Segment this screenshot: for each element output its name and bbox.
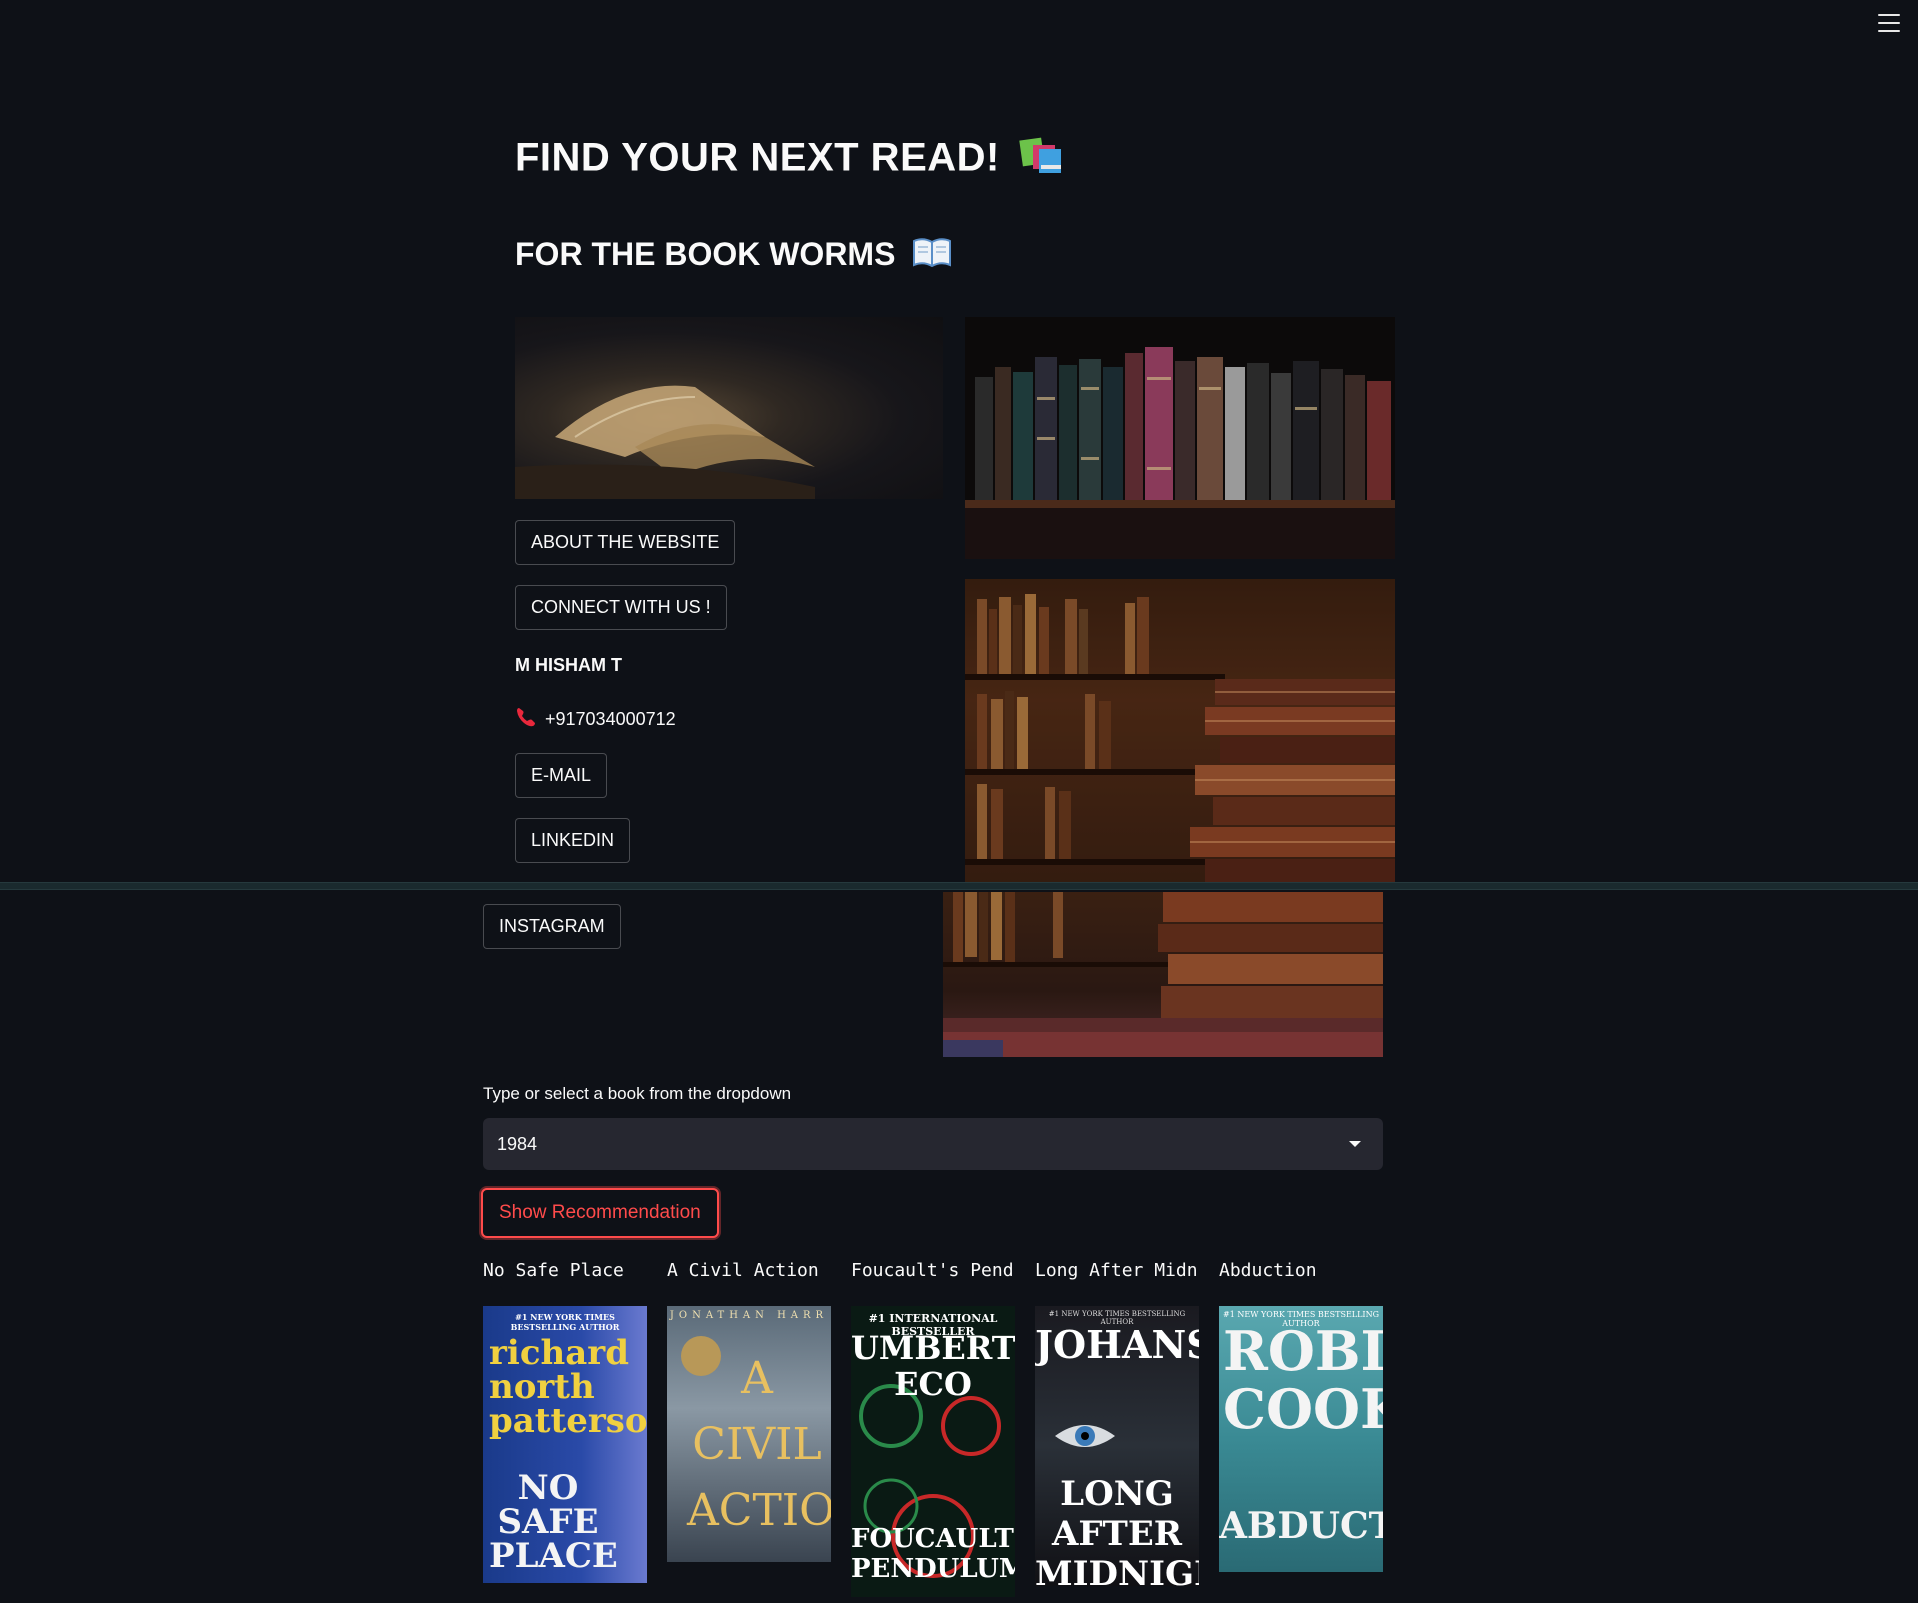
cover-author: ROBIN COOK bbox=[1223, 1319, 1383, 1441]
cover-title: FOUCAULT'S PENDULUM bbox=[851, 1524, 1015, 1584]
book-cover-no-safe-place: #1 NEW YORK TIMES BESTSELLING AUTHOR ric… bbox=[483, 1306, 647, 1583]
recommendation-title: A Civil Action bbox=[667, 1260, 819, 1281]
menu-bar bbox=[1878, 30, 1900, 32]
books-icon bbox=[1019, 135, 1065, 185]
page-subtitle-text: FOR THE BOOK WORMS bbox=[515, 236, 896, 272]
scroll-divider bbox=[0, 882, 1918, 890]
book-select-value: 1984 bbox=[497, 1134, 538, 1154]
recommendation-title: No Safe Place bbox=[483, 1260, 624, 1281]
book-cover-a-civil-action: JONATHAN HARR A CIVIL ACTION bbox=[667, 1306, 831, 1562]
cover-title: LONG AFTER MIDNIGHT bbox=[1035, 1474, 1199, 1586]
hamburger-menu-icon[interactable] bbox=[1878, 14, 1900, 32]
eye-icon bbox=[1055, 1425, 1115, 1447]
recommendation-title: Abduction bbox=[1219, 1260, 1317, 1281]
cover-title: ABDUCTION bbox=[1219, 1505, 1383, 1547]
chevron-down-icon bbox=[1349, 1141, 1361, 1147]
page-title-text: FIND YOUR NEXT READ! bbox=[515, 135, 1000, 180]
cover-title: NO SAFE PLACE bbox=[489, 1468, 618, 1576]
open-book-icon bbox=[912, 237, 952, 277]
connect-with-us-button[interactable]: CONNECT WITH US ! bbox=[515, 585, 727, 630]
phone-number: +917034000712 bbox=[545, 709, 676, 729]
menu-bar bbox=[1878, 22, 1900, 24]
cover-author: JOHANSEN bbox=[1035, 1322, 1199, 1367]
cover-title: A CIVIL ACTION bbox=[687, 1353, 831, 1536]
show-recommendation-button[interactable]: Show Recommendation bbox=[481, 1188, 719, 1238]
book-cover-foucaults-pendulum: #1 INTERNATIONAL BESTSELLER UMBERTO ECO … bbox=[851, 1306, 1015, 1597]
email-button[interactable]: E-MAIL bbox=[515, 753, 608, 798]
library-stack-drawing bbox=[965, 579, 1395, 882]
bookshelf-image bbox=[965, 317, 1395, 559]
book-select[interactable]: 1984 bbox=[483, 1118, 1383, 1170]
book-cover-abduction: #1 NEW YORK TIMES BESTSELLING AUTHOR ROB… bbox=[1219, 1306, 1383, 1572]
open-book-image bbox=[515, 317, 943, 499]
open-book-drawing bbox=[515, 385, 815, 499]
library-stack-image-bottom bbox=[943, 892, 1383, 1057]
page-title: FIND YOUR NEXT READ! bbox=[515, 135, 1065, 185]
linkedin-button[interactable]: LINKEDIN bbox=[515, 818, 631, 863]
recommendation-title: Foucault's Pendulum bbox=[851, 1260, 1015, 1281]
bookshelf-drawing bbox=[965, 347, 1395, 559]
cover-tag: #1 NEW YORK TIMES BESTSELLING AUTHOR bbox=[510, 1312, 620, 1332]
library-bottom-drawing bbox=[943, 892, 1383, 1057]
book-select-label: Type or select a book from the dropdown bbox=[483, 1084, 792, 1103]
library-stack-image bbox=[965, 579, 1395, 882]
page-subtitle: FOR THE BOOK WORMS bbox=[515, 236, 952, 277]
recommendation-title: Long After Midnight bbox=[1035, 1260, 1199, 1281]
book-cover-long-after-midnight: #1 NEW YORK TIMES BESTSELLING AUTHOR JOH… bbox=[1035, 1306, 1199, 1586]
contact-name: M HISHAM T bbox=[515, 655, 622, 675]
cover-author: richard north patterson bbox=[489, 1333, 647, 1441]
about-website-button[interactable]: ABOUT THE WEBSITE bbox=[515, 520, 736, 565]
menu-bar bbox=[1878, 14, 1900, 16]
phone-icon bbox=[515, 706, 537, 733]
cover-tag: JONATHAN HARR bbox=[669, 1310, 829, 1321]
cover-author: UMBERTO ECO bbox=[851, 1329, 1015, 1403]
contact-phone: +917034000712 bbox=[515, 706, 676, 733]
instagram-button[interactable]: INSTAGRAM bbox=[483, 904, 621, 949]
